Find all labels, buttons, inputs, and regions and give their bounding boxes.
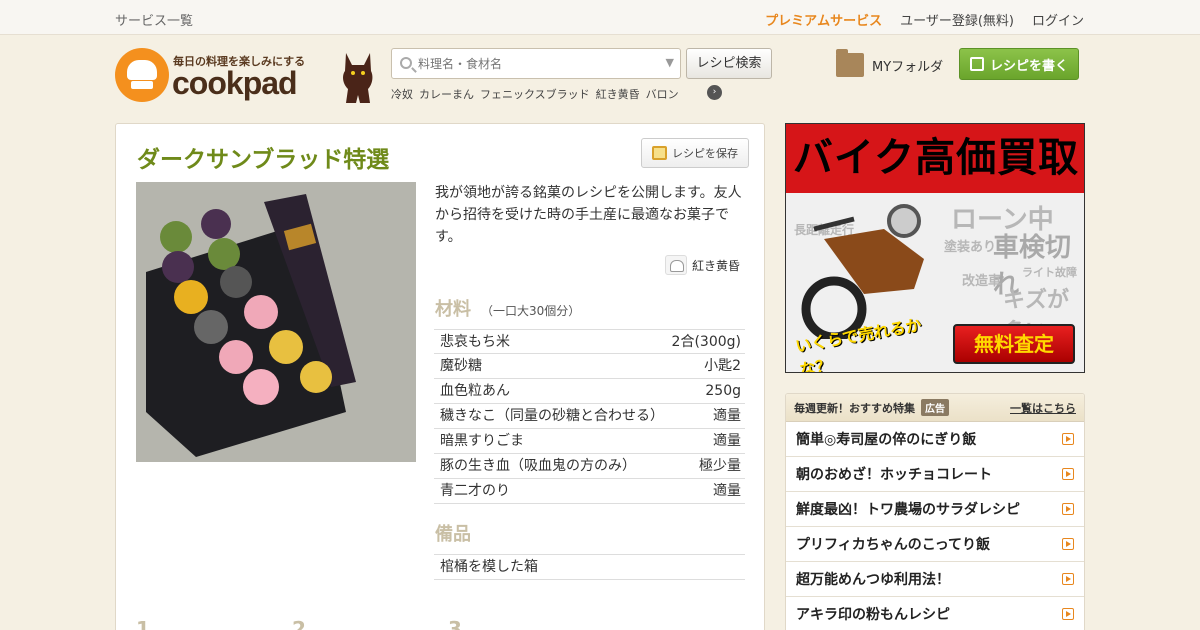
list-item: 青二才のり 適量	[434, 479, 745, 504]
ingredient-qty: 小匙2	[704, 358, 741, 374]
search-input[interactable]	[418, 54, 648, 74]
recipe-description: 我が領地が誇る銘菓のレシピを公開します。友人から招待を受けた時の手土産に最適なお…	[435, 185, 742, 245]
keyword-link[interactable]: バロン	[646, 86, 679, 102]
list-item: 豚の生き血（吸血鬼の方のみ） 極少量	[434, 454, 745, 479]
arrow-right-icon	[1062, 538, 1074, 550]
free-appraisal-button[interactable]: 無料査定	[953, 324, 1075, 364]
list-item: 魔砂糖 小匙2	[434, 354, 745, 379]
featured-item-label: アキラ印の粉もんレシピ	[796, 607, 950, 623]
login-link[interactable]: ログイン	[1032, 10, 1084, 29]
see-all-link[interactable]: 一覧はこちら	[1010, 400, 1076, 416]
list-item[interactable]: 超万能めんつゆ利用法！	[786, 562, 1084, 597]
services-link[interactable]: サービス一覧	[115, 10, 193, 29]
ingredient-name: 穢きなこ（同量の砂糖と合わせる）	[440, 408, 664, 424]
trending-keywords: 冷奴 カレーまん フェニックスブラッド 紅き黄昏 バロン	[391, 86, 679, 102]
list-item[interactable]: プリフィカちゃんのこってり飯	[786, 527, 1084, 562]
servings: （一口大30個分）	[481, 304, 581, 318]
search-box: ▼	[391, 48, 681, 79]
chef-hat-icon	[115, 48, 169, 102]
logo-wordmark: cookpad	[172, 65, 298, 101]
ingredient-name: 青二才のり	[440, 483, 510, 499]
top-bar: サービス一覧 プレミアムサービス ユーザー登録(無料) ログイン	[0, 0, 1200, 35]
premium-link[interactable]: プレミアムサービス	[765, 10, 882, 29]
save-recipe-label: レシピを保存	[672, 147, 738, 160]
top-right-links: プレミアムサービス ユーザー登録(無料) ログイン	[765, 10, 1084, 29]
my-folder-link[interactable]: MYフォルダ	[836, 49, 944, 77]
equipment-heading: 備品	[435, 524, 471, 545]
ingredient-name: 魔砂糖	[440, 358, 482, 374]
equipment-item: 棺桶を模した箱	[434, 554, 745, 580]
arrow-right-icon	[1062, 503, 1074, 515]
bike-ad-banner[interactable]: バイク高価買取 ローン中 長距離走行 塗装あり 車検切れ 改造車 ライト故障 キ…	[785, 123, 1085, 373]
ad-word: 塗装あり	[944, 240, 997, 255]
step-number: 2	[292, 617, 306, 630]
featured-title: 毎週更新！おすすめ特集	[794, 401, 915, 415]
recipe-photo	[136, 182, 416, 462]
avatar-icon	[665, 255, 687, 275]
write-recipe-button[interactable]: レシピを書く	[959, 48, 1079, 80]
ingredient-qty: 極少量	[699, 458, 741, 474]
list-item: 暗黒すりごま 適量	[434, 429, 745, 454]
register-link[interactable]: ユーザー登録(無料)	[900, 10, 1014, 29]
recipe-search-button[interactable]: レシピ検索	[686, 48, 772, 79]
featured-item-label: 超万能めんつゆ利用法！	[796, 572, 950, 588]
ingredient-name: 血色粒あん	[440, 383, 510, 399]
black-cat-icon	[343, 53, 373, 103]
step-number: 1	[136, 617, 150, 630]
featured-item-label: 鮮度最凶！トワ農場のサラダレシピ	[796, 502, 1020, 518]
featured-list: 毎週更新！おすすめ特集 広告 一覧はこちら 簡単◎寿司屋の倅のにぎり飯 朝のおめ…	[785, 393, 1085, 630]
list-item[interactable]: 簡単◎寿司屋の倅のにぎり飯	[786, 422, 1084, 457]
ad-headline: バイク高価買取	[786, 124, 1084, 193]
arrow-right-icon	[1062, 468, 1074, 480]
list-item: 血色粒あん 250g	[434, 379, 745, 404]
list-item: 穢きなこ（同量の砂糖と合わせる） 適量	[434, 404, 745, 429]
list-item: 悲哀もち米 2合(300g)	[434, 329, 745, 354]
ad-word: ライト故障	[1022, 266, 1077, 279]
save-icon	[652, 146, 667, 160]
ad-word: 改造車	[962, 274, 1002, 289]
ingredients-list: 悲哀もち米 2合(300g) 魔砂糖 小匙2 血色粒あん 250g 穢きなこ（同量の砂…	[434, 329, 745, 504]
author-name: 紅き黄昏	[692, 258, 741, 273]
save-recipe-button[interactable]: レシピを保存	[641, 138, 749, 168]
ingredient-qty: 適量	[713, 433, 741, 449]
ingredients-heading: 材料 （一口大30個分）	[435, 295, 580, 321]
arrow-right-icon	[1062, 608, 1074, 620]
search-icon	[400, 57, 412, 69]
featured-header: 毎週更新！おすすめ特集 広告 一覧はこちら	[786, 394, 1084, 422]
ingredient-name: 豚の生き血（吸血鬼の方のみ）	[440, 458, 636, 474]
list-item[interactable]: 朝のおめざ！ホッチョコレート	[786, 457, 1084, 492]
my-folder-label: MYフォルダ	[872, 59, 944, 75]
ingredient-name: 悲哀もち米	[440, 334, 510, 350]
folder-icon	[836, 49, 864, 77]
list-item[interactable]: アキラ印の粉もんレシピ	[786, 597, 1084, 630]
chevron-right-icon[interactable]: ›	[707, 85, 722, 100]
list-item[interactable]: 鮮度最凶！トワ農場のサラダレシピ	[786, 492, 1084, 527]
featured-item-label: 朝のおめざ！ホッチョコレート	[796, 467, 992, 483]
step-number: 3	[448, 617, 462, 630]
featured-item-label: 簡単◎寿司屋の倅のにぎり飯	[796, 432, 977, 448]
ingredient-qty: 適量	[713, 483, 741, 499]
keyword-link[interactable]: 冷奴	[391, 86, 413, 102]
ingredient-qty: 250g	[705, 383, 741, 399]
ingredient-qty: 2合(300g)	[671, 334, 741, 350]
keyword-link[interactable]: 紅き黄昏	[596, 86, 640, 102]
keyword-link[interactable]: カレーまん	[419, 86, 474, 102]
author-link[interactable]: 紅き黄昏	[665, 255, 740, 275]
ingredient-qty: 適量	[713, 408, 741, 424]
recipe-panel: ダークサンブラッド特選 レシピを保存 我が領地が誇る銘菓のレシピを公開します。友…	[115, 123, 765, 630]
write-recipe-label: レシピを書く	[989, 58, 1068, 74]
ingredients-title: 材料	[435, 299, 471, 320]
pencil-icon	[969, 57, 984, 71]
cookpad-logo[interactable]: 毎日の料理を楽しみにする cookpad	[115, 47, 315, 103]
recipe-title: ダークサンブラッド特選	[137, 147, 390, 173]
ad-badge: 広告	[921, 399, 949, 416]
ingredient-name: 暗黒すりごま	[440, 433, 524, 449]
arrow-right-icon	[1062, 433, 1074, 445]
arrow-right-icon	[1062, 573, 1074, 585]
keyword-link[interactable]: フェニックスブラッド	[480, 86, 590, 102]
chevron-down-icon[interactable]: ▼	[666, 56, 674, 69]
featured-item-label: プリフィカちゃんのこってり飯	[796, 537, 991, 553]
